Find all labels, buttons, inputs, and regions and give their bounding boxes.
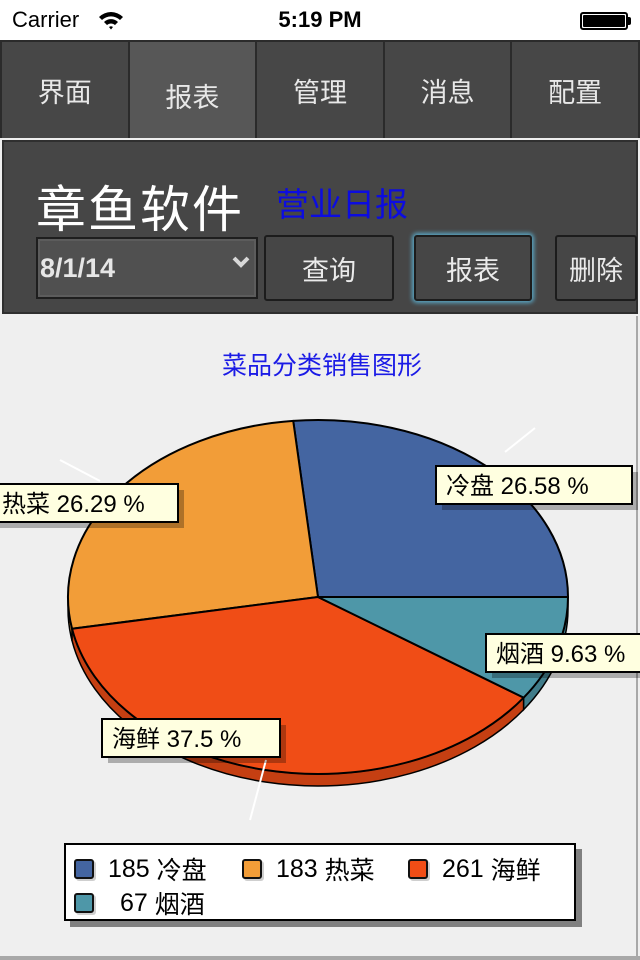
status-bar: Carrier 5:19 PM [0,0,640,40]
date-select[interactable]: 8/1/14 [36,237,258,299]
legend-value: 261 [442,854,484,883]
legend-swatch-cold [74,859,94,879]
query-button[interactable]: 查询 [264,235,394,301]
legend-label: 海鲜 [490,857,541,885]
chart-legend: 185 冷盘 183 热菜 261 海鲜 67 烟酒 [64,843,576,921]
clock: 5:19 PM [278,7,362,32]
data-label-hot: 热菜 26.29 % [2,491,145,518]
tab-settings[interactable]: 配置 [512,42,640,138]
tab-interface[interactable]: 界面 [0,42,130,138]
header-panel: 章鱼软件 营业日报 8/1/14 查询 报表 删除 [2,140,638,314]
tab-messages[interactable]: 消息 [384,42,513,138]
legend-item-cold: 185 冷盘 [74,851,207,887]
report-button[interactable]: 报表 [414,235,532,301]
legend-swatch-tobacco [74,893,94,913]
legend-label: 烟酒 [154,891,205,919]
chevron-down-icon [232,256,250,268]
tab-bar: 界面 报表 管理 消息 配置 [0,40,640,138]
battery-fill [583,15,625,27]
date-value: 8/1/14 [40,253,116,283]
brand-title: 章鱼软件 [36,182,244,238]
legend-item-hot: 183 热菜 [242,851,375,887]
delete-button[interactable]: 删除 [555,235,637,301]
report-name: 营业日报 [276,186,408,223]
legend-item-tobacco: 67 烟酒 [74,885,205,921]
tab-management[interactable]: 管理 [257,42,385,138]
battery-icon [580,12,628,30]
leader-line-hot [59,459,101,482]
legend-value: 185 [108,854,150,883]
legend-item-seafood: 261 海鲜 [408,851,541,887]
tab-reports[interactable]: 报表 [129,42,258,138]
legend-label: 冷盘 [156,857,207,885]
legend-swatch-seafood [408,859,428,879]
pie-chart: 冷盘 26.58 % 热菜 26.29 % 海鲜 37.5 % 烟酒 9.63 % [0,419,640,821]
legend-swatch-hot [242,859,262,879]
legend-value: 183 [276,854,318,883]
legend-value: 67 [120,888,148,917]
data-label-seafood: 海鲜 37.5 % [112,726,241,753]
data-label-cold: 冷盘 26.58 % [446,473,589,500]
leader-line-cold [504,427,536,453]
battery-tip [628,17,631,25]
bottom-border [0,956,640,960]
legend-label: 热菜 [324,857,375,885]
data-label-tobacco: 烟酒 9.63 % [496,641,625,668]
